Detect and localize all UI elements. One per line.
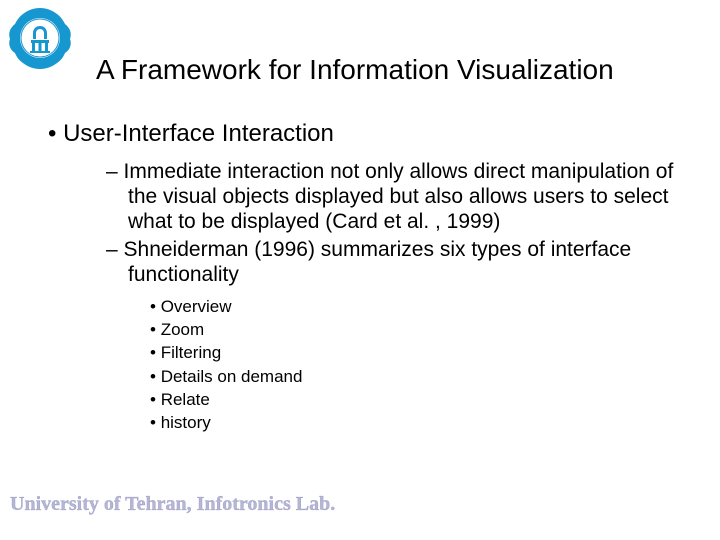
bullet-level3: Overview xyxy=(48,296,680,317)
bullet-level2: Immediate interaction not only allows di… xyxy=(48,160,680,234)
footer-watermark: University of Tehran, Infotronics Lab. xyxy=(10,493,335,516)
bullet-level3: Zoom xyxy=(48,319,680,340)
bullet-level3: history xyxy=(48,412,680,433)
bullet-level1: User-Interface Interaction xyxy=(48,120,680,148)
slide-body: User-Interface Interaction Immediate int… xyxy=(48,120,680,435)
university-emblem-logo xyxy=(8,6,72,70)
bullet-level2: Shneiderman (1996) summarizes six types … xyxy=(48,238,680,288)
bullet-level3: Relate xyxy=(48,389,680,410)
bullet-level3: Details on demand xyxy=(48,366,680,387)
bullet-level3: Filtering xyxy=(48,342,680,363)
slide-title: A Framework for Information Visualizatio… xyxy=(96,54,614,86)
